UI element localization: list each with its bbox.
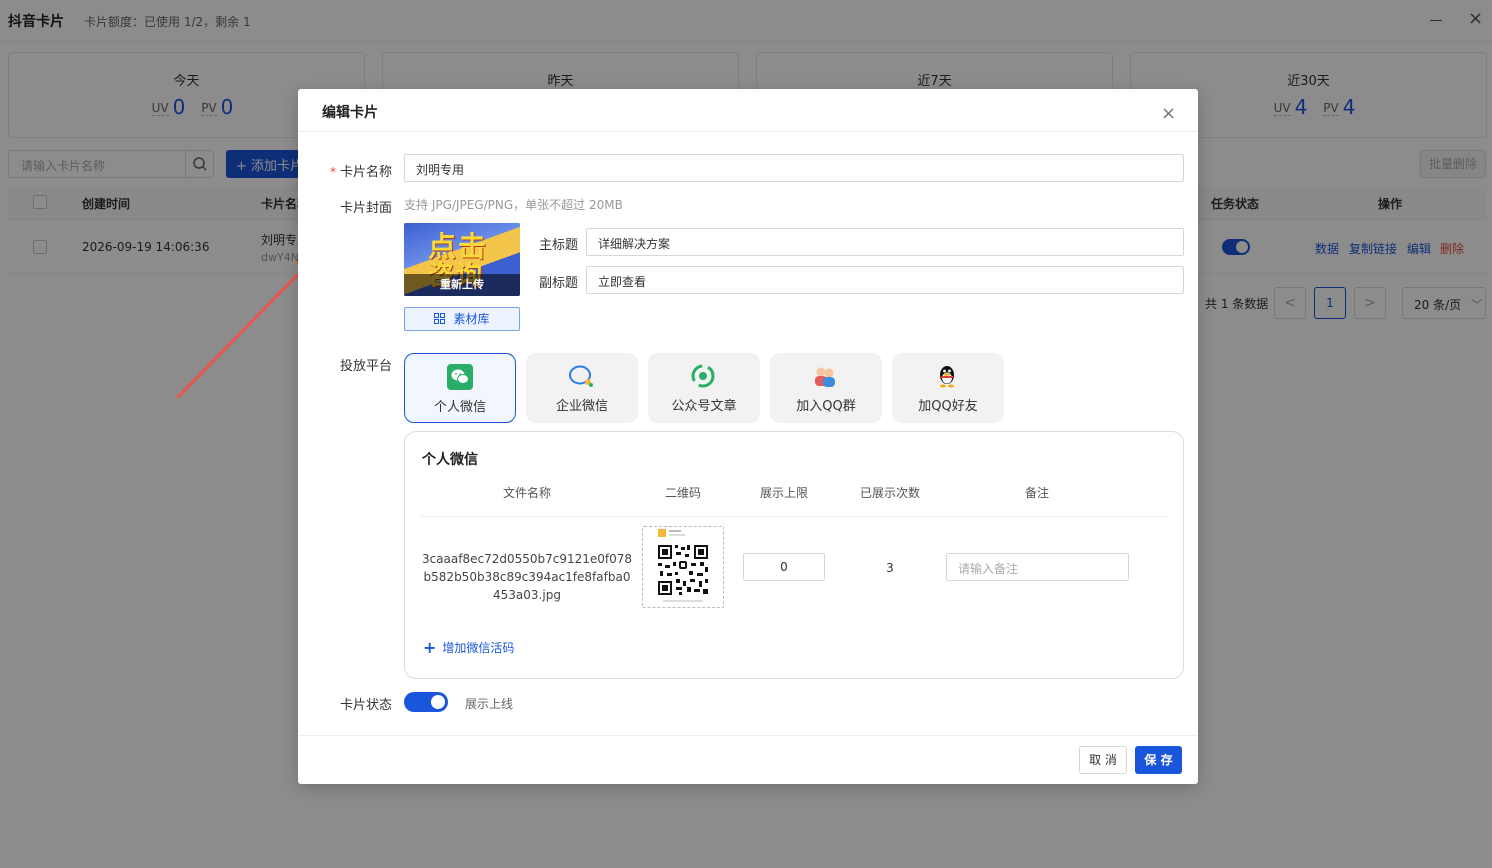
material-library-button[interactable]: 素材库	[404, 307, 520, 331]
card-status-text: 展示上线	[465, 697, 514, 711]
qr-filename: 3caaaf8ec72d0550b7c9121e0f078b582b50b38c…	[421, 552, 633, 602]
platform-qq-friend[interactable]: 加QQ好友	[892, 353, 1004, 423]
cover-label: 卡片封面	[339, 201, 392, 216]
personal-wechat-panel: 个人微信 文件名称 二维码 展示上限 已展示次数 备注 3caaaf8ec72d…	[404, 431, 1184, 679]
display-limit-input[interactable]: 0	[743, 553, 825, 581]
card-status-label: 卡片状态	[339, 698, 392, 713]
col-shown: 已展示次数	[859, 486, 920, 500]
qr-code-icon	[658, 529, 708, 602]
platform-label-text: 公众号文章	[671, 399, 737, 414]
qq-icon	[940, 366, 954, 388]
divider	[421, 516, 1167, 517]
platform-label-text: 加QQ好友	[918, 399, 978, 414]
add-wechat-qr-label: 增加微信活码	[442, 641, 515, 655]
platform-label-text: 企业微信	[555, 399, 608, 414]
platform-personal-wechat[interactable]: 个人微信	[404, 353, 516, 423]
remark-input[interactable]: 请输入备注	[946, 553, 1129, 581]
col-limit: 展示上限	[759, 486, 808, 500]
main-title-label: 主标题	[538, 238, 578, 253]
reupload-button[interactable]: 重新上传	[404, 274, 520, 296]
main-title-input[interactable]: 详细解决方案	[586, 228, 1184, 256]
cover-image[interactable]: 点击 咨询 重新上传	[404, 223, 520, 296]
cancel-button[interactable]: 取 消	[1079, 746, 1127, 774]
shown-count: 3	[886, 561, 894, 575]
card-name-input[interactable]: 刘明专用	[404, 154, 1184, 182]
panel-title: 个人微信	[422, 452, 478, 468]
save-button[interactable]: 保 存	[1135, 746, 1182, 774]
grid-icon	[434, 313, 446, 324]
col-qrcode: 二维码	[664, 486, 701, 500]
platform-wecom[interactable]: 企业微信	[526, 353, 638, 423]
modal-title: 编辑卡片	[322, 105, 378, 121]
card-name-label-text: 卡片名称	[339, 165, 392, 180]
material-library-label: 素材库	[453, 312, 490, 326]
divider	[298, 735, 1198, 736]
add-wechat-qr-button[interactable]: + 增加微信活码	[423, 638, 514, 657]
required-mark: *	[329, 165, 336, 179]
cover-hint: 支持 JPG/JPEG/PNG，单张不超过 20MB	[404, 198, 623, 212]
official-account-icon	[691, 364, 715, 388]
platform-label: 投放平台	[339, 359, 392, 374]
col-filename: 文件名称	[502, 486, 551, 500]
platform-official-account[interactable]: 公众号文章	[648, 353, 760, 423]
wechat-icon	[447, 364, 473, 390]
edit-card-modal: 编辑卡片 × * 卡片名称 刘明专用 卡片封面 支持 JPG/JPEG/PNG，单…	[298, 89, 1198, 784]
sub-title-label: 副标题	[538, 276, 578, 291]
plus-icon: +	[423, 638, 437, 657]
card-name-label: * 卡片名称	[322, 161, 392, 180]
divider	[298, 131, 1198, 132]
close-icon[interactable]: ×	[1161, 105, 1176, 123]
qr-code-image[interactable]	[642, 526, 724, 608]
wecom-icon	[569, 365, 593, 387]
qq-group-icon	[815, 367, 835, 387]
platform-qq-group[interactable]: 加入QQ群	[770, 353, 882, 423]
platform-label-text: 加入QQ群	[796, 399, 856, 414]
platform-label-text: 个人微信	[433, 400, 486, 415]
sub-title-input[interactable]: 立即查看	[586, 266, 1184, 294]
card-status-toggle[interactable]	[404, 692, 448, 712]
col-remark: 备注	[1024, 486, 1049, 500]
